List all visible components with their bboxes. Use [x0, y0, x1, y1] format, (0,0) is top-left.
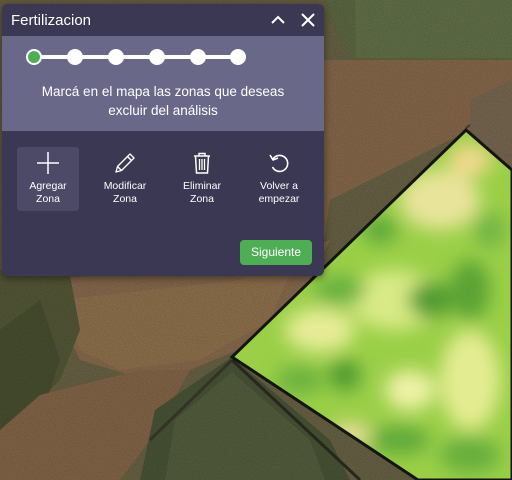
pencil-icon [115, 153, 135, 173]
delete-zone-button[interactable]: Eliminar Zona [171, 147, 233, 211]
chevron-up-icon[interactable] [270, 12, 286, 28]
header-controls [270, 12, 316, 28]
step-dot-1 [26, 49, 42, 65]
add-zone-button[interactable]: Agregar Zona [17, 147, 79, 211]
panel-header: Fertilizacion [2, 4, 324, 36]
step-dot-3 [108, 49, 124, 65]
steps-section: Marcá en el mapa las zonas que deseas ex… [2, 36, 324, 131]
delete-zone-label: Eliminar Zona [183, 180, 221, 205]
plus-icon [37, 152, 59, 174]
trash-icon [194, 152, 210, 174]
close-icon[interactable] [300, 12, 316, 28]
step-dot-4 [149, 49, 165, 65]
panel-title: Fertilizacion [11, 11, 92, 29]
modify-zone-label: Modificar Zona [103, 180, 147, 205]
restart-button[interactable]: Volver a empezar [248, 147, 310, 211]
step-dot-5 [190, 49, 206, 65]
restart-label: Volver a empezar [258, 180, 300, 205]
step-dot-2 [67, 49, 83, 65]
add-zone-label: Agregar Zona [29, 180, 67, 205]
undo-icon [269, 154, 289, 173]
modify-zone-button[interactable]: Modificar Zona [94, 147, 156, 211]
fertilization-panel: Fertilizacion Marcá en el mapa las zonas… [2, 4, 324, 276]
tools-section: Agregar Zona Modificar Zona Eliminar Zon… [2, 131, 324, 276]
step-track [34, 55, 238, 59]
step-progress [26, 48, 248, 66]
next-button[interactable]: Siguiente [240, 240, 312, 265]
step-dot-6 [230, 49, 246, 65]
instruction-text: Marcá en el mapa las zonas que deseas ex… [41, 84, 285, 118]
